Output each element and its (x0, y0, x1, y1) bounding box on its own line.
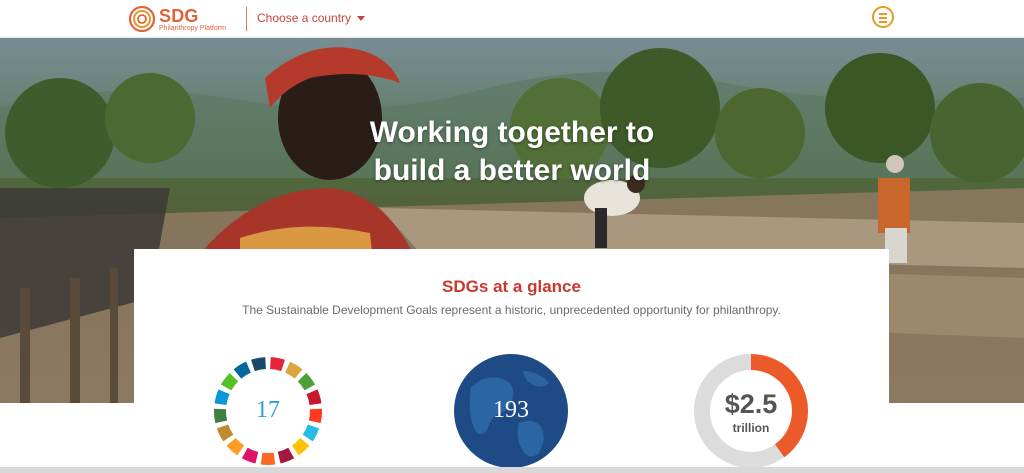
sdg-wheel-segment (216, 424, 234, 442)
glance-title: SDGs at a glance (442, 277, 581, 296)
header-divider (246, 7, 247, 31)
sdg-wheel-segment (251, 357, 266, 372)
stat-countries[interactable]: 193 (453, 353, 569, 469)
sdg-logo[interactable]: SDG Philanthropy Platform (128, 5, 238, 33)
stat-funding-unit: trillion (732, 421, 770, 435)
sdg-wheel-segment (260, 452, 276, 465)
hero-headline: Working together to build a better world (0, 114, 1024, 190)
country-select-dropdown[interactable]: Choose a country (257, 11, 366, 25)
logo-subtitle: Philanthropy Platform (159, 25, 226, 32)
top-header: SDG Philanthropy Platform Choose a count… (0, 0, 1024, 38)
sdg-logo-icon (128, 5, 156, 33)
sdg-wheel-segment (285, 361, 303, 379)
stat-goals[interactable]: 17 (210, 353, 326, 469)
logo-title: SDG (159, 6, 199, 26)
stat-goals-value: 17 (256, 397, 280, 423)
hero-headline-line-2: build a better world (373, 154, 651, 187)
sdg-wheel-segment (233, 361, 251, 379)
hero-headline-line-1: Working together to (369, 116, 655, 149)
sdg-wheel-segment (302, 424, 320, 442)
sdg-wheel-segment (270, 357, 285, 372)
stat-funding-value: $2.5 (724, 389, 778, 419)
stat-funding[interactable]: $2.5 trillion (693, 353, 809, 469)
sdg-wheel-segment (220, 372, 239, 391)
sdg-wheel-segment (241, 447, 259, 464)
chevron-down-icon (357, 16, 366, 22)
sdg-wheel-segment (277, 447, 295, 464)
sdg-wheel-segment (297, 372, 316, 391)
glance-description: The Sustainable Development Goals repres… (242, 303, 781, 317)
sdg-wheel-segment (226, 437, 245, 456)
stat-countries-value: 193 (493, 397, 529, 423)
sdgs-at-a-glance-card: SDGs at a glance The Sustainable Develop… (134, 249, 889, 473)
sdg-wheel-segment (291, 437, 310, 456)
hamburger-menu-icon[interactable] (872, 6, 894, 28)
browser-bottom-bar (0, 467, 1024, 473)
country-select-label: Choose a country (257, 11, 352, 25)
